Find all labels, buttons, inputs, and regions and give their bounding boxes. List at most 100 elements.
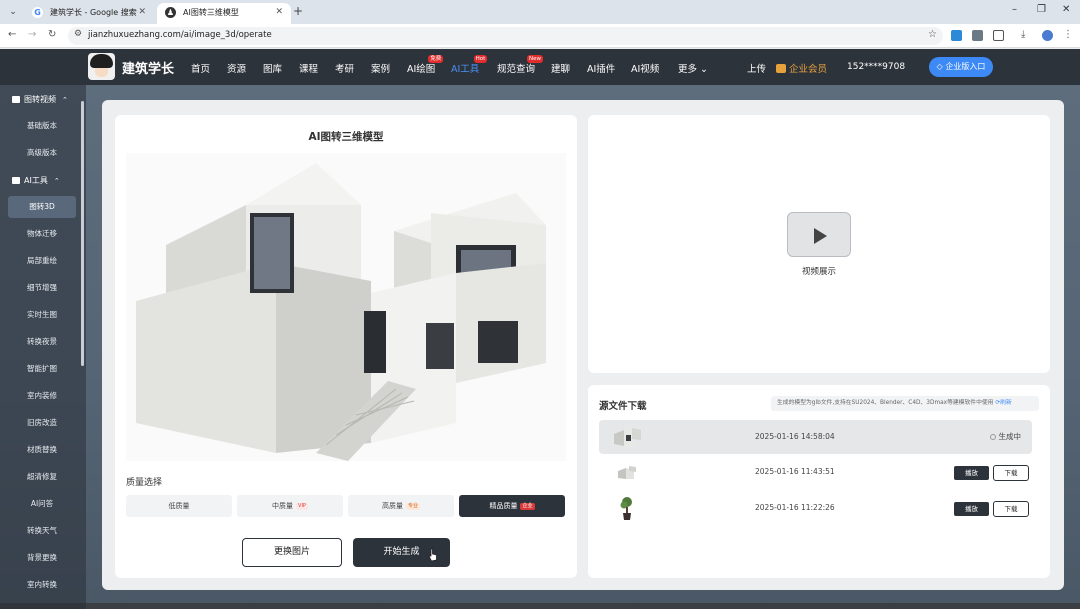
- sidebar-item[interactable]: 图转3D: [8, 196, 76, 218]
- nav-ai-video[interactable]: AI视频: [631, 61, 659, 75]
- play-model-button[interactable]: 播放: [954, 502, 989, 516]
- minimize-icon[interactable]: –: [1012, 4, 1017, 15]
- sidebar-item[interactable]: AI问答: [8, 493, 76, 515]
- browser-tab-bar: ⌄ G 建筑学长 - Google 搜索 ✕ ♟ AI图转三维模型 ✕ + – …: [0, 0, 1080, 24]
- sidebar-item[interactable]: 基础版本: [8, 115, 76, 137]
- extensions-puzzle-icon[interactable]: [993, 30, 1004, 41]
- sidebar-item[interactable]: 室内转换: [8, 574, 76, 596]
- browser-tab-active[interactable]: ♟ AI图转三维模型 ✕: [157, 3, 291, 24]
- vip-label: 企业会员: [789, 64, 828, 75]
- quality-medium-button[interactable]: 中质量 VIP: [237, 495, 343, 517]
- files-title: 源文件下载: [599, 401, 647, 412]
- sidebar-group[interactable]: 图转视频 ⌃: [12, 94, 68, 105]
- close-icon[interactable]: ✕: [138, 3, 146, 22]
- nav-cases[interactable]: 案例: [371, 61, 390, 75]
- download-button[interactable]: 下载: [993, 465, 1029, 481]
- nav-standards[interactable]: 规范查询 New: [497, 55, 544, 75]
- tab-title: 建筑学长 - Google 搜索: [50, 8, 137, 17]
- tab-search-icon[interactable]: ⌄: [6, 5, 20, 19]
- nav-exam[interactable]: 考研: [335, 61, 354, 75]
- sidebar-item[interactable]: 物体迁移: [8, 223, 76, 245]
- reload-icon[interactable]: ↻: [48, 29, 56, 40]
- nav-ai-tools[interactable]: AI工具 Hot: [451, 55, 488, 75]
- sidebar-scrollbar[interactable]: [81, 101, 84, 366]
- vip-tag: VIP: [296, 503, 308, 510]
- vip-link[interactable]: 企业会员: [776, 61, 827, 75]
- refresh-link[interactable]: ⟳刷新: [995, 400, 1011, 406]
- upload-link[interactable]: 上传: [747, 61, 766, 75]
- chevron-up-icon: ⌃: [53, 177, 60, 185]
- sidebar-item[interactable]: 实时生图: [8, 304, 76, 326]
- file-row: 2025-01-16 11:22:26 播放 下载: [599, 491, 1032, 525]
- new-tab-icon[interactable]: +: [293, 4, 303, 18]
- download-button[interactable]: 下载: [993, 501, 1029, 517]
- sidebar-item[interactable]: 细节增强: [8, 277, 76, 299]
- user-phone[interactable]: 152****9708: [847, 62, 905, 72]
- uploaded-house-image[interactable]: [126, 153, 566, 461]
- quality-high-button[interactable]: 高质量 专业: [348, 495, 454, 517]
- file-row: 2025-01-16 11:43:51 播放 下载: [599, 455, 1032, 489]
- quality-premium-button[interactable]: 精品质量 企业: [459, 495, 565, 517]
- quality-label: 质量选择: [126, 478, 163, 488]
- nav-ai-drawing[interactable]: AI绘图 免费: [407, 55, 444, 75]
- nav-resources[interactable]: 资源: [227, 61, 246, 75]
- back-icon[interactable]: ←: [8, 29, 16, 40]
- sidebar-group-label: AI工具: [24, 176, 48, 185]
- forward-icon[interactable]: →: [28, 29, 36, 40]
- quality-option-label: 精品质量: [489, 502, 518, 510]
- sidebar-item[interactable]: 智能扩图: [8, 358, 76, 380]
- quality-low-button[interactable]: 低质量: [126, 495, 232, 517]
- nav-ai-plugins[interactable]: AI插件: [587, 61, 615, 75]
- status-text: 生成中: [998, 432, 1022, 441]
- logo-text[interactable]: 建筑学长: [122, 58, 174, 77]
- profile-avatar-icon[interactable]: [1042, 30, 1053, 41]
- sidebar-item[interactable]: 室内装修: [8, 385, 76, 407]
- change-image-button[interactable]: 更换图片: [242, 538, 342, 567]
- sidebar-item[interactable]: 转换天气: [8, 520, 76, 542]
- nav-more[interactable]: 更多 ⌄: [678, 61, 708, 75]
- diamond-icon: ◇: [936, 62, 943, 71]
- menu-kebab-icon[interactable]: ⋮: [1063, 29, 1073, 40]
- tab-title: AI图转三维模型: [183, 8, 239, 17]
- close-icon[interactable]: ✕: [275, 3, 283, 22]
- play-button[interactable]: [787, 212, 851, 257]
- enterprise-entry-button[interactable]: ◇ 企业版入口: [929, 57, 993, 77]
- file-row[interactable]: 2025-01-16 14:58:04 生成中: [599, 420, 1032, 454]
- browser-tab-google[interactable]: G 建筑学长 - Google 搜索 ✕: [24, 3, 154, 24]
- enterprise-tag: 企业: [520, 503, 535, 510]
- nav-gallery[interactable]: 图库: [263, 61, 282, 75]
- sidebar-item[interactable]: 背景更换: [8, 547, 76, 569]
- site-info-icon[interactable]: ⚙: [74, 29, 82, 39]
- chevron-down-icon: ⌄: [700, 64, 709, 75]
- address-bar: ← → ↻ ⚙ jianzhuxuezhang.com/ai/image_3d/…: [0, 24, 1080, 48]
- bookmark-star-icon[interactable]: ☆: [928, 29, 937, 40]
- google-icon: G: [32, 7, 43, 18]
- free-badge: 免费: [428, 55, 444, 63]
- extension-icon[interactable]: [972, 30, 983, 41]
- quality-option-label: 高质量: [381, 502, 403, 510]
- pro-tag: 专业: [405, 503, 420, 510]
- url-field[interactable]: ⚙ jianzhuxuezhang.com/ai/image_3d/operat…: [68, 27, 943, 45]
- restore-icon[interactable]: ❐: [1037, 4, 1046, 15]
- nav-label: AI工具: [451, 64, 480, 75]
- nav-home[interactable]: 首页: [191, 61, 210, 75]
- hot-badge: Hot: [473, 55, 488, 63]
- sidebar-group[interactable]: AI工具 ⌃: [12, 175, 60, 186]
- sidebar-item[interactable]: 材质替换: [8, 439, 76, 461]
- window-close-icon[interactable]: ✕: [1062, 4, 1070, 15]
- page-bottom-edge: [0, 603, 1080, 609]
- sidebar-item[interactable]: 超清修复: [8, 466, 76, 488]
- loading-icon: [989, 434, 996, 440]
- potted-plant-thumbnail: [620, 497, 632, 520]
- extension-icon[interactable]: [951, 30, 962, 41]
- sidebar-item[interactable]: 局部重绘: [8, 250, 76, 272]
- download-icon[interactable]: ⤓: [1021, 29, 1025, 40]
- nav-chat[interactable]: 建聊: [551, 61, 570, 75]
- nav-courses[interactable]: 课程: [299, 61, 318, 75]
- sidebar-item[interactable]: 旧房改造: [8, 412, 76, 434]
- play-model-button[interactable]: 播放: [954, 466, 989, 480]
- sidebar-item[interactable]: 高级版本: [8, 142, 76, 164]
- sidebar-item[interactable]: 转换夜景: [8, 331, 76, 353]
- logo-avatar[interactable]: [88, 53, 115, 80]
- play-icon: [814, 228, 827, 244]
